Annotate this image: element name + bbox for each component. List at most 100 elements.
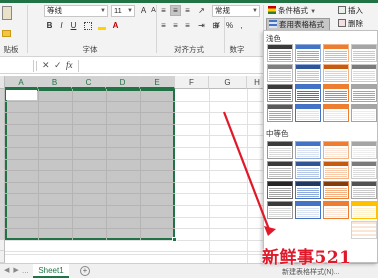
table-style-thumbnail[interactable] — [323, 64, 349, 82]
table-style-thumbnail[interactable] — [267, 44, 293, 62]
table-style-thumbnail[interactable] — [295, 64, 321, 82]
format-painter-icon[interactable] — [2, 30, 11, 37]
fill-handle[interactable] — [172, 237, 177, 242]
conditional-format-button[interactable]: 条件格式 ▼ — [266, 5, 336, 17]
align-left-icon[interactable]: ≡ — [158, 20, 169, 31]
worksheet-grid[interactable]: A B C D E F G H — [0, 76, 268, 263]
table-style-thumbnail[interactable] — [295, 84, 321, 102]
column-header-e[interactable]: E — [140, 76, 175, 89]
selection-gridline — [5, 135, 175, 137]
table-style-thumbnail[interactable] — [351, 221, 377, 239]
table-style-thumbnail[interactable] — [267, 64, 293, 82]
table-style-thumbnail[interactable] — [351, 44, 377, 62]
insert-button[interactable]: 插入 — [338, 5, 378, 17]
table-style-thumbnail[interactable] — [351, 84, 377, 102]
orientation-icon[interactable]: ↗ — [196, 5, 207, 16]
column-header-a[interactable]: A — [5, 76, 38, 89]
fill-color-icon[interactable] — [96, 20, 107, 31]
new-table-style-link[interactable]: 新建表格样式(N)... — [282, 267, 340, 277]
table-style-thumbnail[interactable] — [323, 161, 349, 179]
table-style-thumbnail[interactable] — [323, 201, 349, 219]
column-header-f[interactable]: F — [175, 76, 209, 89]
table-style-thumbnail[interactable] — [351, 64, 377, 82]
thumbnail-row — [269, 194, 291, 195]
align-bottom-icon[interactable]: ≡ — [182, 5, 193, 16]
paste-button[interactable] — [2, 6, 16, 26]
table-style-thumbnail[interactable] — [323, 44, 349, 62]
table-style-thumbnail[interactable] — [351, 104, 377, 122]
table-style-thumbnail[interactable] — [351, 201, 377, 219]
table-style-thumbnail[interactable] — [267, 181, 293, 199]
thumbnail-row — [325, 61, 347, 62]
column-header-c[interactable]: C — [72, 76, 106, 89]
indent-icon[interactable]: ⇥ — [196, 20, 207, 31]
table-style-thumbnail[interactable] — [351, 181, 377, 199]
thumbnail-row — [353, 214, 375, 215]
sheet-nav-arrows[interactable]: ◀▶ — [4, 266, 23, 274]
thumbnail-row — [325, 51, 347, 52]
table-style-thumbnail[interactable] — [295, 181, 321, 199]
thumbnail-row — [269, 117, 291, 118]
borders-icon[interactable] — [82, 20, 93, 31]
table-style-thumbnail[interactable] — [323, 141, 349, 159]
italic-icon[interactable]: I — [56, 20, 67, 31]
table-style-thumbnail[interactable] — [267, 84, 293, 102]
formula-divider — [36, 61, 37, 71]
table-style-thumbnail[interactable] — [267, 141, 293, 159]
column-header-b[interactable]: B — [38, 76, 72, 89]
font-color-icon[interactable]: A — [110, 20, 121, 31]
table-style-gallery[interactable]: 浅色 中等色 — [263, 30, 378, 263]
thumbnail-header — [296, 45, 320, 49]
thumbnail-row — [325, 113, 347, 114]
thumbnail-row — [325, 79, 347, 80]
add-sheet-icon[interactable]: + — [80, 266, 90, 276]
thumbnail-row — [353, 154, 375, 155]
align-top-icon[interactable]: ≡ — [158, 5, 169, 16]
sheet-tab-sheet1[interactable]: Sheet1 — [33, 264, 69, 278]
table-style-thumbnail[interactable] — [295, 44, 321, 62]
thumbnail-row — [353, 71, 375, 72]
bold-icon[interactable]: B — [44, 20, 55, 31]
percent-icon[interactable]: % — [224, 20, 235, 31]
table-style-thumbnail[interactable] — [267, 201, 293, 219]
currency-icon[interactable]: ¥ — [212, 20, 223, 31]
table-style-thumbnail[interactable] — [295, 161, 321, 179]
font-name-select[interactable]: 等线 ▼ — [44, 5, 108, 17]
column-header-d[interactable]: D — [106, 76, 140, 89]
thumbnail-row — [325, 77, 347, 78]
table-style-thumbnail[interactable] — [323, 181, 349, 199]
cancel-icon[interactable]: ✕ — [42, 60, 50, 71]
font-size-select[interactable]: 11 ▼ — [111, 5, 135, 17]
row-header[interactable] — [0, 251, 5, 263]
underline-icon[interactable]: U — [68, 20, 79, 31]
thumbnail-row — [325, 111, 347, 112]
align-right-icon[interactable]: ≡ — [182, 20, 193, 31]
thumbnail-row — [353, 75, 375, 76]
comma-icon[interactable]: , — [236, 20, 247, 31]
table-style-thumbnail[interactable] — [267, 161, 293, 179]
column-header-g[interactable]: G — [209, 76, 247, 89]
function-icon[interactable]: fx — [66, 60, 73, 70]
align-center-icon[interactable]: ≡ — [170, 20, 181, 31]
thumbnail-row — [269, 71, 291, 72]
table-style-thumbnail[interactable] — [351, 141, 377, 159]
table-style-thumbnail[interactable] — [351, 161, 377, 179]
active-cell[interactable] — [6, 90, 37, 100]
table-style-thumbnail[interactable] — [295, 201, 321, 219]
number-format-select[interactable]: 常规 ▼ — [212, 5, 260, 17]
table-style-thumbnail[interactable] — [295, 141, 321, 159]
align-middle-icon[interactable]: ≡ — [170, 5, 181, 16]
delete-button[interactable]: 删除 — [338, 18, 378, 30]
sheet-overflow[interactable]: ... — [22, 266, 29, 275]
thumbnail-row — [325, 53, 347, 54]
row-header[interactable] — [0, 239, 5, 252]
table-style-thumbnail[interactable] — [323, 84, 349, 102]
table-style-thumbnail[interactable] — [267, 104, 293, 122]
thumbnail-header — [324, 65, 348, 69]
formula-input[interactable] — [78, 60, 268, 72]
table-style-thumbnail[interactable] — [295, 104, 321, 122]
enter-icon[interactable]: ✓ — [54, 60, 62, 71]
thumbnail-row — [269, 97, 291, 98]
name-box[interactable] — [0, 60, 34, 72]
table-style-thumbnail[interactable] — [323, 104, 349, 122]
